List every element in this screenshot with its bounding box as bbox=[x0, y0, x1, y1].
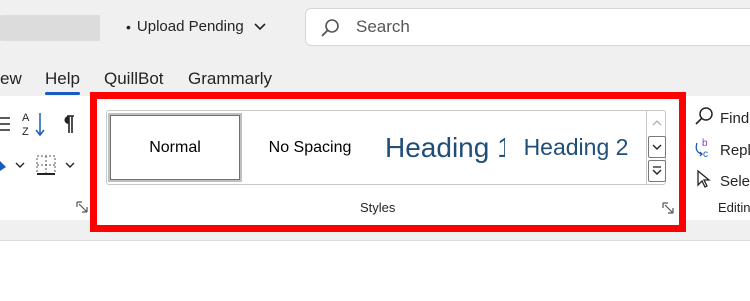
search-icon bbox=[320, 18, 340, 43]
status-dot: • bbox=[126, 18, 131, 35]
styles-launcher-icon[interactable] bbox=[662, 201, 674, 219]
sort-icon[interactable]: A Z bbox=[21, 110, 47, 138]
style-heading-2-label: Heading 2 bbox=[523, 134, 629, 160]
pilcrow-icon[interactable] bbox=[58, 112, 78, 136]
find-icon bbox=[694, 106, 714, 130]
borders-icon[interactable] bbox=[36, 152, 80, 178]
menu-bar: ew Help QuillBot Grammarly bbox=[0, 60, 750, 96]
replace-icon: b c bbox=[694, 137, 714, 163]
upload-status-label: Upload Pending bbox=[136, 18, 244, 35]
style-no-spacing-label: No Spacing bbox=[268, 138, 352, 156]
bullets-icon[interactable] bbox=[0, 114, 12, 134]
select-icon bbox=[694, 169, 714, 193]
style-heading-1[interactable]: Heading 1 bbox=[379, 111, 505, 184]
document-area[interactable] bbox=[0, 240, 750, 301]
gallery-scroll-down[interactable] bbox=[648, 136, 666, 158]
chevron-down-icon bbox=[254, 18, 266, 35]
styles-gallery: Normal No Spacing Heading 1 Heading 2 bbox=[106, 110, 666, 185]
document-name[interactable] bbox=[0, 15, 100, 41]
find-label: Find bbox=[720, 109, 750, 127]
gallery-scroll-up[interactable] bbox=[648, 112, 666, 134]
svg-text:A: A bbox=[22, 112, 30, 124]
style-normal-label: Normal bbox=[149, 138, 201, 156]
tab-help[interactable]: Help bbox=[45, 69, 80, 95]
find-button[interactable]: Find bbox=[694, 106, 749, 130]
replace-button[interactable]: b c Replace bbox=[694, 137, 750, 163]
style-no-spacing[interactable]: No Spacing bbox=[245, 111, 375, 184]
gallery-more-button[interactable] bbox=[648, 160, 666, 182]
shading-icon[interactable] bbox=[0, 154, 26, 176]
upload-status-button[interactable]: • Upload Pending bbox=[126, 18, 266, 35]
style-heading-2[interactable]: Heading 2 bbox=[513, 111, 639, 184]
svg-text:b: b bbox=[702, 138, 708, 149]
style-heading-1-label: Heading 1 bbox=[385, 131, 505, 163]
tab-view[interactable]: ew bbox=[0, 69, 22, 89]
svg-text:c: c bbox=[703, 149, 708, 159]
tab-grammarly[interactable]: Grammarly bbox=[188, 69, 272, 89]
select-label: Select bbox=[720, 172, 750, 190]
style-normal[interactable]: Normal bbox=[108, 113, 242, 182]
search-input[interactable] bbox=[356, 15, 656, 39]
select-button[interactable]: Select bbox=[694, 169, 750, 193]
replace-label: Replace bbox=[720, 141, 750, 159]
paragraph-launcher-icon[interactable] bbox=[76, 200, 88, 218]
editing-group-label: Editing bbox=[718, 200, 750, 215]
tab-quillbot[interactable]: QuillBot bbox=[104, 69, 164, 89]
title-bar: • Upload Pending bbox=[0, 0, 750, 60]
svg-text:Z: Z bbox=[22, 126, 29, 138]
search-box[interactable] bbox=[305, 8, 750, 46]
